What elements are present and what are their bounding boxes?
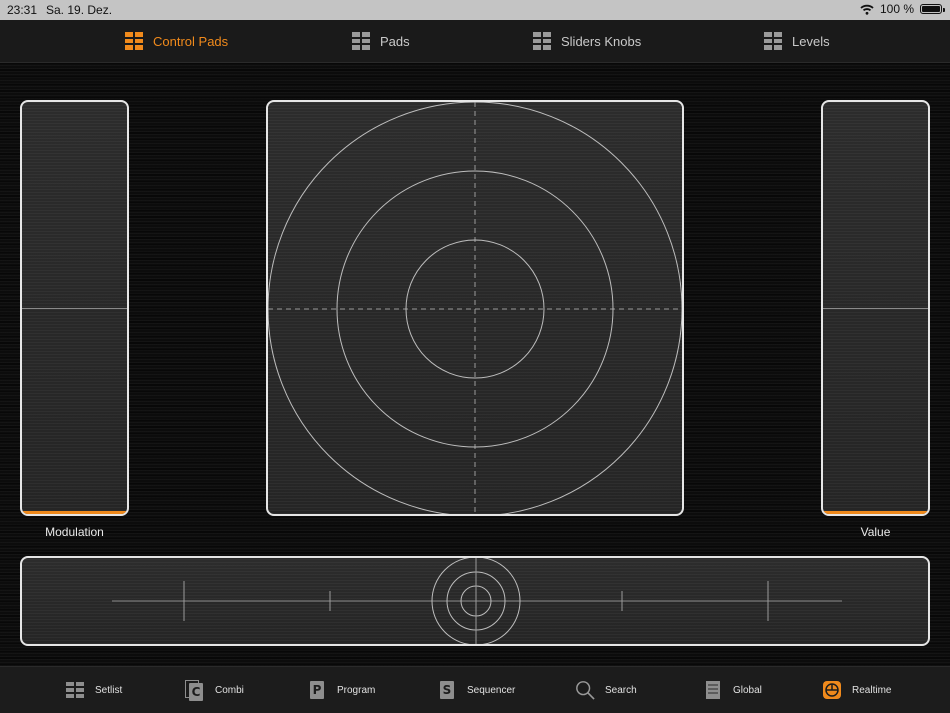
grid-icon [125,32,143,50]
realtime-icon [823,681,841,699]
xy-pad-target-graphic [268,102,682,514]
tab-sliders-knobs[interactable]: Sliders Knobs [533,20,641,62]
tab-label: Control Pads [153,33,229,49]
grid-icon [533,32,551,50]
battery-icon [920,4,945,14]
program-icon: P [310,681,324,699]
nav-global[interactable]: Global [703,667,762,713]
nav-sequencer[interactable]: S Sequencer [437,667,515,713]
slider-center-line [823,308,928,309]
nav-label: Global [733,684,762,696]
grid-icon [764,32,782,50]
wifi-icon [860,4,874,15]
bottom-nav-bar: Setlist C Combi P Program S Sequencer Se… [0,666,950,713]
slider-center-line [22,308,127,309]
modulation-label: Modulation [45,525,104,539]
ribbon-controller[interactable] [20,556,930,646]
slider-level-indicator [22,511,127,514]
status-bar: 23:31 Sa. 19. Dez. 100 % [0,0,950,20]
nav-label: Setlist [95,684,123,696]
tab-pads[interactable]: Pads [352,20,410,62]
grid-icon [66,682,84,698]
value-slider[interactable] [821,100,930,516]
status-date: Sa. 19. Dez. [46,3,113,17]
value-label: Value [860,525,891,539]
nav-label: Search [605,684,637,696]
status-time: 23:31 [7,3,38,17]
global-icon [706,681,720,699]
xy-pad[interactable] [266,100,684,516]
nav-program[interactable]: P Program [307,667,375,713]
nav-setlist[interactable]: Setlist [65,667,122,713]
battery-percent: 100 % [879,2,914,16]
modulation-slider[interactable] [20,100,129,516]
nav-combi[interactable]: C Combi [185,667,244,713]
nav-search[interactable]: Search [575,667,637,713]
tab-label: Pads [380,33,410,49]
tab-label: Levels [792,33,830,49]
grid-icon [352,32,370,50]
nav-label: Combi [215,684,244,696]
nav-realtime[interactable]: Realtime [822,667,891,713]
combi-icon: C [185,680,205,701]
slider-level-indicator [823,511,928,514]
tab-label: Sliders Knobs [561,33,642,49]
top-tab-bar: Control Pads Pads Sliders Knobs Levels [0,20,950,63]
tab-control-pads[interactable]: Control Pads [125,20,228,62]
status-right: 100 % [860,2,945,16]
sequencer-icon: S [440,681,454,699]
tab-levels[interactable]: Levels [764,20,830,62]
ribbon-graphic [112,558,842,644]
nav-label: Realtime [852,684,892,696]
search-icon [576,681,595,700]
nav-label: Program [337,684,376,696]
nav-label: Sequencer [467,684,516,696]
